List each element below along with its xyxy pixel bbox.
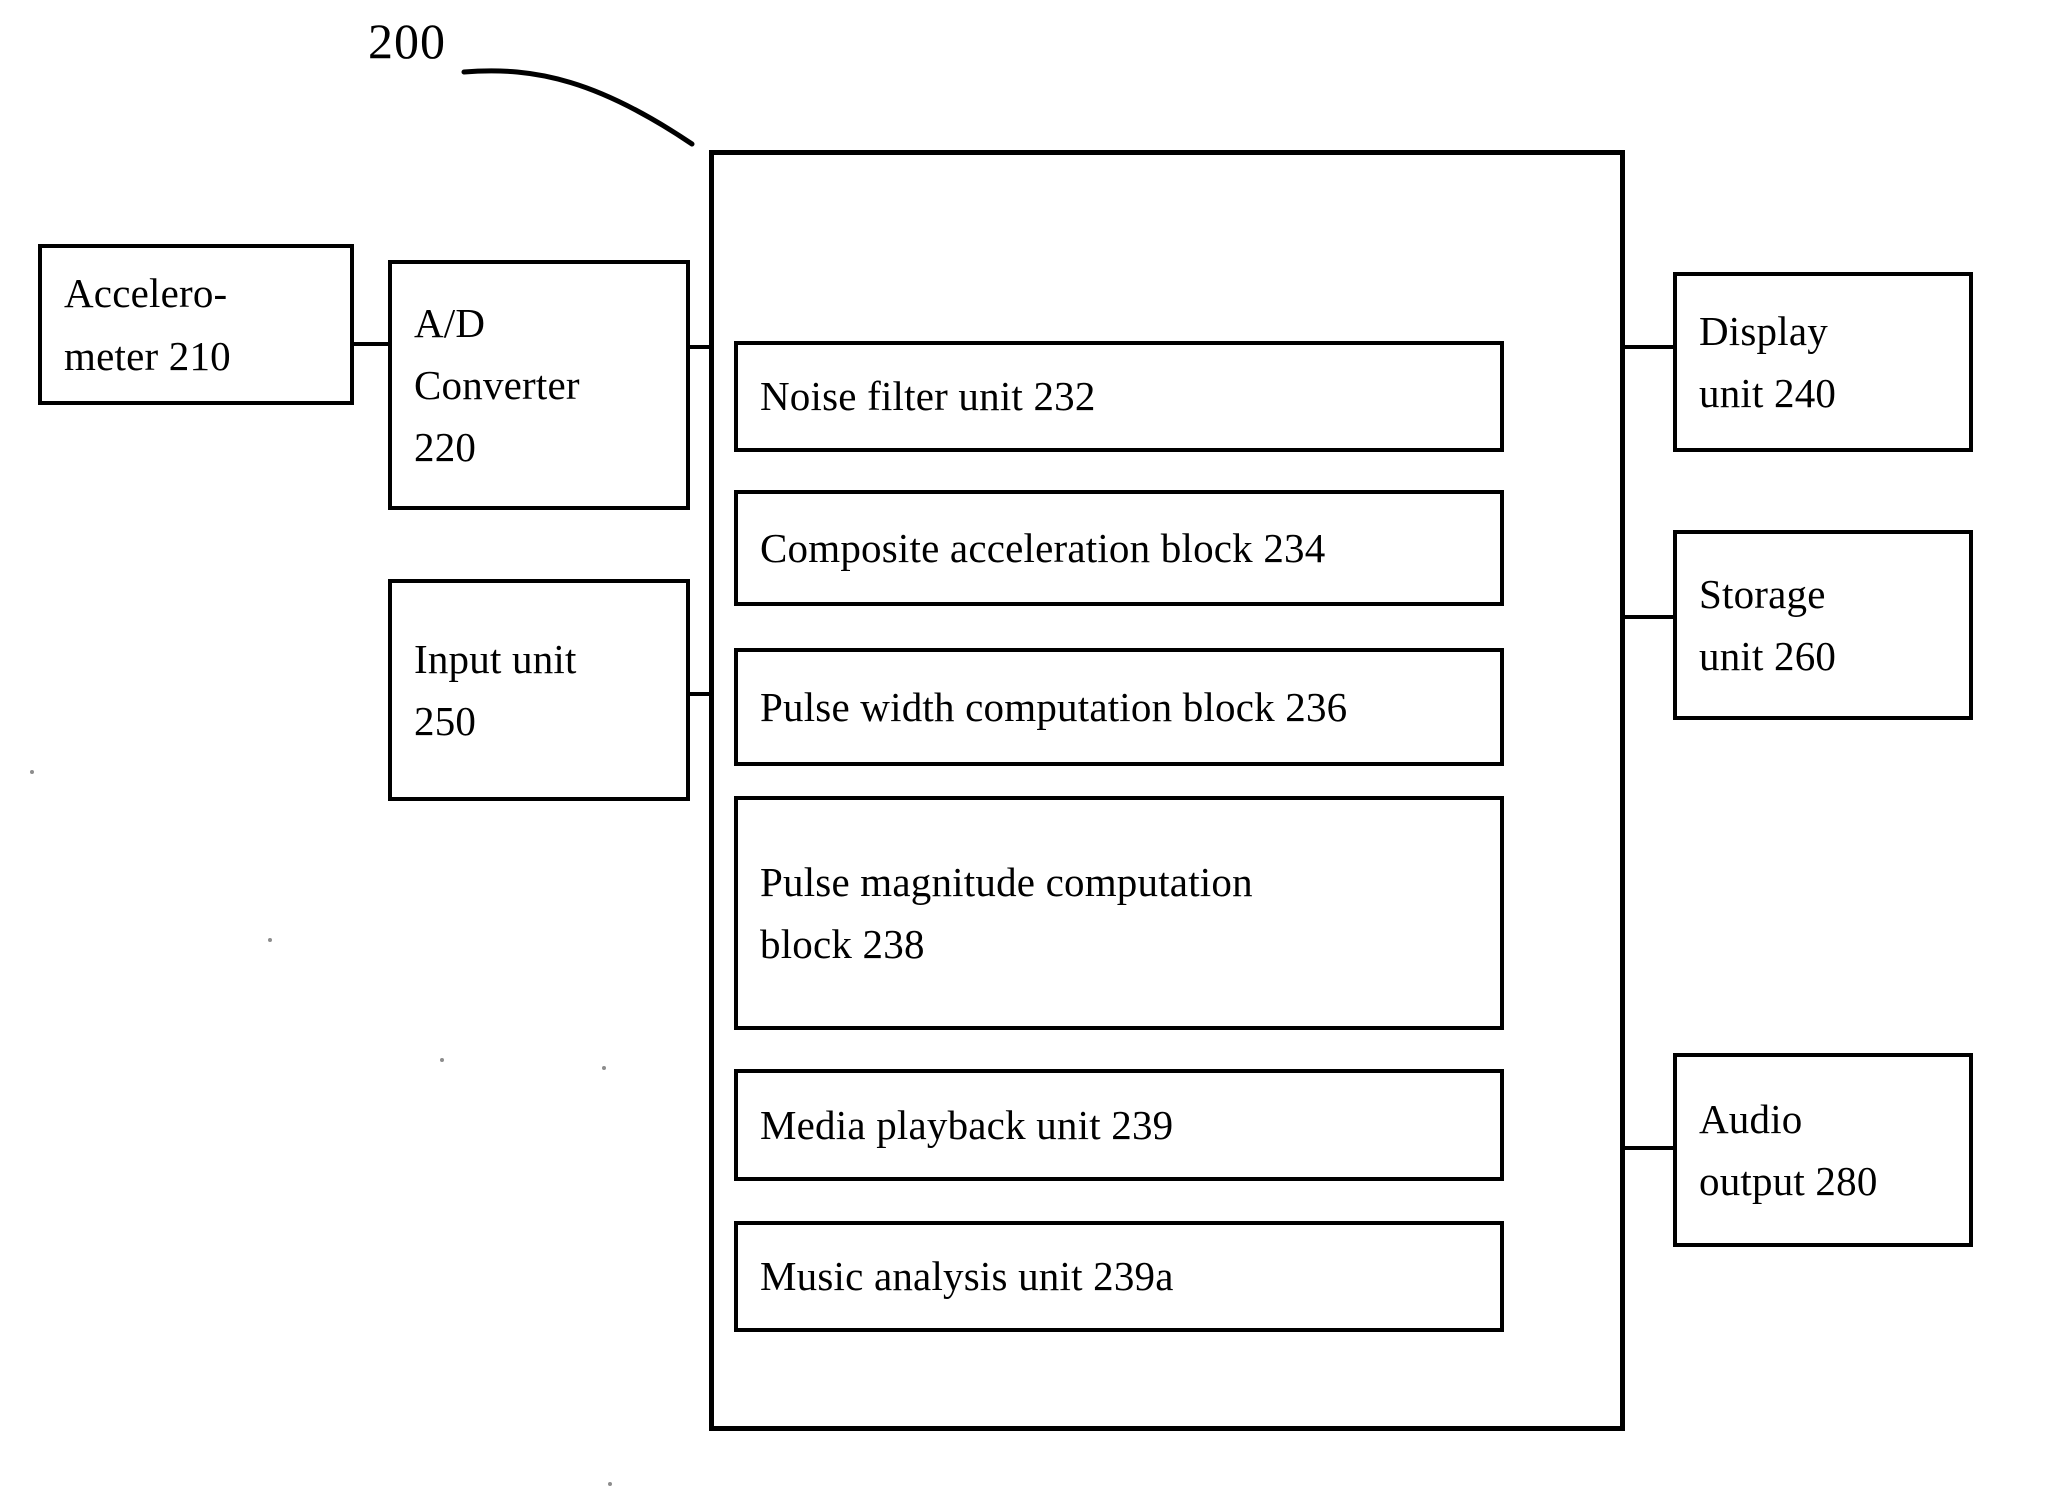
scan-speckle [30, 770, 34, 774]
block-music-analysis-unit-239a-label: Music analysis unit 239a [760, 1253, 1174, 1300]
scan-speckle [440, 1058, 444, 1062]
patent-figure-200: 200 Accelero- meter 210 A/D Converter 22… [0, 0, 2067, 1501]
block-display-unit-240-label: Display unit 240 [1699, 307, 1837, 416]
connector-input-unit-to-processing-unit [688, 692, 714, 696]
block-pulse-magnitude-computation-238-label: Pulse magnitude computation block 238 [760, 858, 1253, 967]
block-accelerometer-210-label: Accelero- meter 210 [64, 270, 231, 379]
block-music-analysis-unit-239a[interactable]: Music analysis unit 239a [734, 1221, 1504, 1332]
block-storage-unit-260[interactable]: Storage unit 260 [1673, 530, 1973, 720]
connector-processing-unit-to-audio [1620, 1146, 1676, 1150]
block-display-unit-240[interactable]: Display unit 240 [1673, 272, 1973, 452]
scan-speckle [268, 938, 272, 942]
scan-speckle [602, 1066, 606, 1070]
connector-processing-unit-to-storage [1620, 615, 1676, 619]
block-storage-unit-260-label: Storage unit 260 [1699, 570, 1837, 679]
block-noise-filter-unit-232[interactable]: Noise filter unit 232 [734, 341, 1504, 452]
block-input-unit-250-label: Input unit 250 [414, 635, 577, 744]
block-input-unit-250[interactable]: Input unit 250 [388, 579, 690, 801]
block-composite-acceleration-234-label: Composite acceleration block 234 [760, 524, 1326, 571]
block-noise-filter-unit-232-label: Noise filter unit 232 [760, 373, 1096, 420]
block-audio-output-280[interactable]: Audio output 280 [1673, 1053, 1973, 1247]
scan-speckle [608, 1482, 612, 1486]
block-ad-converter-220[interactable]: A/D Converter 220 [388, 260, 690, 510]
connector-accelerometer-to-adc [352, 342, 392, 346]
connector-processing-unit-to-display [1620, 345, 1676, 349]
block-pulse-width-computation-236-label: Pulse width computation block 236 [760, 683, 1348, 730]
block-pulse-magnitude-computation-238[interactable]: Pulse magnitude computation block 238 [734, 796, 1504, 1030]
block-media-playback-unit-239[interactable]: Media playback unit 239 [734, 1069, 1504, 1181]
block-media-playback-unit-239-label: Media playback unit 239 [760, 1101, 1174, 1148]
block-pulse-width-computation-236[interactable]: Pulse width computation block 236 [734, 648, 1504, 766]
leader-line-icon [461, 68, 695, 147]
block-composite-acceleration-234[interactable]: Composite acceleration block 234 [734, 490, 1504, 606]
block-ad-converter-220-label: A/D Converter 220 [414, 299, 580, 471]
block-audio-output-280-label: Audio output 280 [1699, 1095, 1878, 1204]
figure-reference-numeral: 200 [368, 13, 446, 69]
block-accelerometer-210[interactable]: Accelero- meter 210 [38, 244, 354, 405]
connector-adc-to-processing-unit [688, 345, 714, 349]
